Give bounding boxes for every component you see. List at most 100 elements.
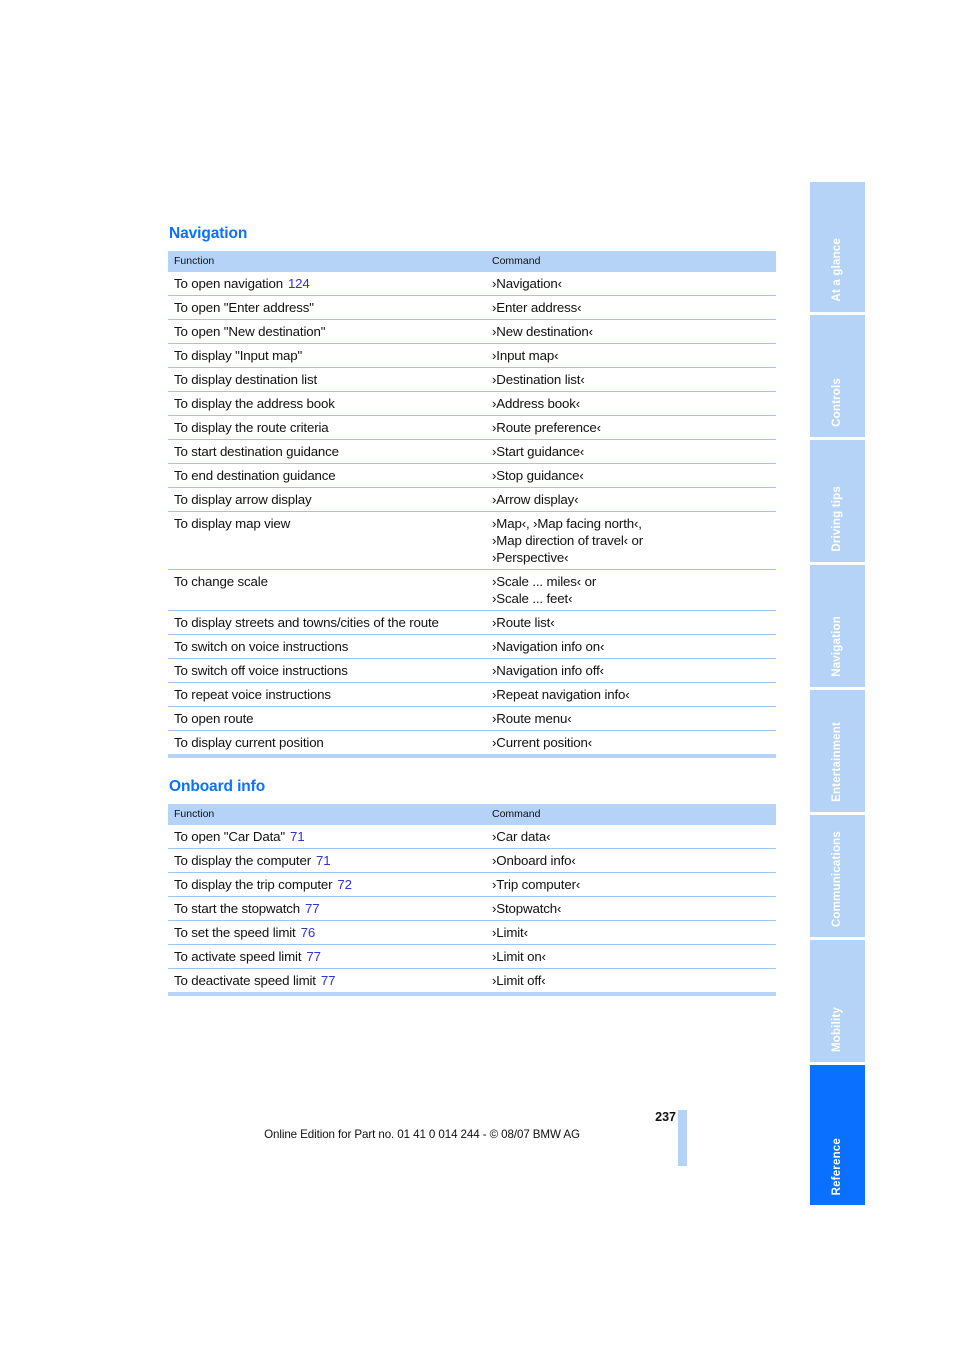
cell-command: ›Route menu‹ [486,706,776,731]
cell-function: To display arrow display [168,487,486,512]
command-text: ›Destination list‹ [492,372,585,387]
table-header-row: Function Command [168,251,776,272]
page-reference-link[interactable]: 76 [296,925,316,940]
thumb-tab-navigation[interactable]: Navigation [810,565,865,687]
page-reference-link[interactable]: 77 [316,973,336,988]
function-text: To display the address book [174,396,335,411]
function-text: To repeat voice instructions [174,687,331,702]
command-text: ›Repeat navigation info‹ [492,687,630,702]
function-text: To end destination guidance [174,468,336,483]
cell-function: To open navigation 124 [168,272,486,296]
function-text: To display streets and towns/cities of t… [174,615,439,630]
cell-function: To display the computer 71 [168,848,486,873]
function-text: To start the stopwatch [174,901,301,916]
command-text: ›Limit‹ [492,925,528,940]
cell-command: ›New destination‹ [486,319,776,344]
cell-command: ›Enter address‹ [486,295,776,320]
edition-notice: Online Edition for Part no. 01 41 0 014 … [264,1128,580,1141]
thumb-tab-label: At a glance [831,238,843,302]
command-text: ›Address book‹ [492,396,581,411]
page-reference-link[interactable]: 77 [300,901,320,916]
table-row: To display the trip computer 72 ›Trip comp… [168,872,776,897]
function-text: To open "Car Data" [174,829,285,844]
thumb-tab-communications[interactable]: Communications [810,815,865,937]
thumb-tab-entertainment[interactable]: Entertainment [810,690,865,812]
thumb-tab-label-wrap: Mobility [810,1007,865,1052]
page-reference-link[interactable]: 71 [311,853,331,868]
cell-function: To change scale [168,569,486,611]
command-text: ›Navigation info off‹ [492,663,604,678]
column-header-function: Function [168,251,486,272]
page-number: 237 [655,1110,676,1124]
cell-function: To display streets and towns/cities of t… [168,610,486,635]
section-heading: Onboard info [169,778,266,795]
cell-function: To open route [168,706,486,731]
cell-function: To display destination list [168,367,486,392]
cell-function: To repeat voice instructions [168,682,486,707]
cell-command: ›Repeat navigation info‹ [486,682,776,707]
column-header-function: Function [168,804,486,825]
column-header-command: Command [486,804,776,825]
cell-command: ›Limit on‹ [486,944,776,969]
thumb-tab-at-a-glance[interactable]: At a glance [810,182,865,312]
page-reference-link[interactable]: 72 [332,877,352,892]
cell-command: ›Navigation info off‹ [486,658,776,683]
function-text: To display the trip computer [174,877,333,892]
thumb-tab-label-wrap: Controls [810,378,865,427]
section-navigation: Navigation Function Command To open navigat… [168,225,776,758]
thumb-tab-mobility[interactable]: Mobility [810,940,865,1062]
cell-command: ›Car data‹ [486,825,776,849]
table-row: To activate speed limit 77 ›Limit on‹ [168,944,776,969]
function-text: To switch on voice instructions [174,639,349,654]
cell-command: ›Current position‹ [486,731,776,757]
cell-function: To open "New destination" [168,319,486,344]
function-text: To deactivate speed limit [174,973,316,988]
table-row: To start destination guidance ›Start guid… [168,439,776,464]
table-row: To start the stopwatch 77 ›Stopwatch‹ [168,896,776,921]
section-onboard-info: Onboard info Function Command To open "Car … [168,778,776,996]
function-text: To change scale [174,574,268,589]
thumb-tab-reference[interactable]: Reference [810,1065,865,1205]
command-text: ›Navigation info on‹ [492,639,605,654]
thumb-tab-label-wrap: Communications [810,831,865,927]
function-text: To display the computer [174,853,311,868]
function-text: To display arrow display [174,492,312,507]
cell-function: To switch off voice instructions [168,658,486,683]
cell-command: ›Route preference‹ [486,415,776,440]
function-text: To display "Input map" [174,348,303,363]
folio-marker-bar [678,1110,687,1166]
cell-function: To deactivate speed limit 77 [168,969,486,995]
thumb-tab-label: Driving tips [831,486,843,552]
thumb-tab-label-wrap: Entertainment [810,722,865,802]
cell-command: ›Address book‹ [486,391,776,416]
cell-command: ›Map‹, ›Map facing north‹, ›Map directio… [486,511,776,570]
cell-command: ›Destination list‹ [486,367,776,392]
cell-function: To display "Input map" [168,343,486,368]
cell-function: To switch on voice instructions [168,634,486,659]
cell-command: ›Limit‹ [486,920,776,945]
cell-command: ›Onboard info‹ [486,848,776,873]
cell-command: ›Arrow display‹ [486,487,776,512]
cell-function: To display the trip computer 72 [168,872,486,897]
thumb-tab-label: Navigation [831,616,843,677]
function-text: To display the route criteria [174,420,329,435]
page-reference-link[interactable]: 124 [283,276,310,291]
command-text: ›Arrow display‹ [492,492,579,507]
command-text: ›Start guidance‹ [492,444,585,459]
cell-function: To open "Enter address" [168,295,486,320]
table-row: To display current position ›Current posi… [168,731,776,757]
page-reference-link[interactable]: 77 [301,949,321,964]
thumb-tab-driving-tips[interactable]: Driving tips [810,440,865,562]
command-text: ›Limit off‹ [492,973,546,988]
page-content: Navigation Function Command To open navigat… [168,225,776,996]
command-text: ›Input map‹ [492,348,559,363]
function-text: To open navigation [174,276,283,291]
page-reference-link[interactable]: 71 [285,829,305,844]
table-row: To open "Car Data" 71 ›Car data‹ [168,825,776,849]
table-row: To switch on voice instructions ›Navigati… [168,634,776,659]
table-row: To display "Input map" ›Input map‹ [168,343,776,368]
thumb-tab-label: Mobility [831,1006,843,1052]
thumb-tab-controls[interactable]: Controls [810,315,865,437]
table-row: To switch off voice instructions ›Navigat… [168,658,776,683]
cell-command: ›Route list‹ [486,610,776,635]
